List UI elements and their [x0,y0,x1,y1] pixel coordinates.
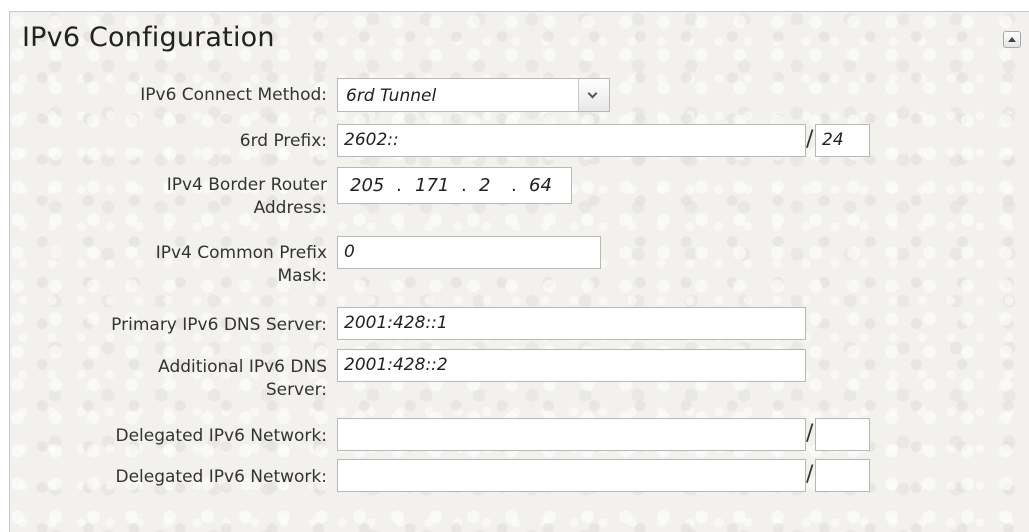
delegated-network-label-2: Delegated IPv6 Network: [115,467,327,487]
common-prefix-label-line2: Mask: [277,266,327,286]
ip-octet-3[interactable]: 2 [479,175,490,196]
ip-dot-1: . [396,175,402,196]
ip-octet-1[interactable]: 205 [350,175,384,196]
primary-dns-input[interactable]: 2001:428::1 [337,307,806,340]
delegated-separator-2: / [806,462,814,487]
delegated-network-label-1: Delegated IPv6 Network: [115,426,327,446]
delegated-network-input-1[interactable] [337,418,806,451]
additional-dns-input[interactable]: 2001:428::2 [337,349,806,382]
sixrd-prefix-length-input[interactable]: 24 [815,124,870,157]
primary-dns-label: Primary IPv6 DNS Server: [111,315,327,335]
sixrd-prefix-label: 6rd Prefix: [239,131,327,151]
delegated-length-input-2[interactable] [815,459,870,492]
chevron-down-icon[interactable] [578,79,609,111]
ip-octet-2[interactable]: 171 [415,175,449,196]
common-prefix-mask-input[interactable]: 0 [337,236,601,269]
delegated-separator-1: / [806,421,814,446]
ip-dot-3: . [511,175,517,196]
connect-method-select[interactable]: 6rd Tunnel [337,78,610,112]
border-router-label-line2: Address: [253,198,327,218]
sixrd-prefix-input[interactable]: 2602:: [337,124,806,157]
delegated-network-input-2[interactable] [337,459,806,492]
additional-dns-label-line2: Server: [265,380,327,400]
collapse-up-icon [1008,37,1016,42]
common-prefix-label-line1: IPv4 Common Prefix [155,243,327,263]
section-title: IPv6 Configuration [22,22,275,53]
additional-dns-label-line1: Additional IPv6 DNS [158,357,327,377]
delegated-length-input-1[interactable] [815,418,870,451]
connect-method-label: IPv6 Connect Method: [140,85,327,105]
connect-method-value: 6rd Tunnel [346,86,437,106]
border-router-label-line1: IPv4 Border Router [166,175,327,195]
ip-dot-2: . [461,175,467,196]
prefix-separator: / [806,127,814,152]
ip-octet-4[interactable]: 64 [529,175,552,196]
collapse-button[interactable] [1003,31,1021,48]
